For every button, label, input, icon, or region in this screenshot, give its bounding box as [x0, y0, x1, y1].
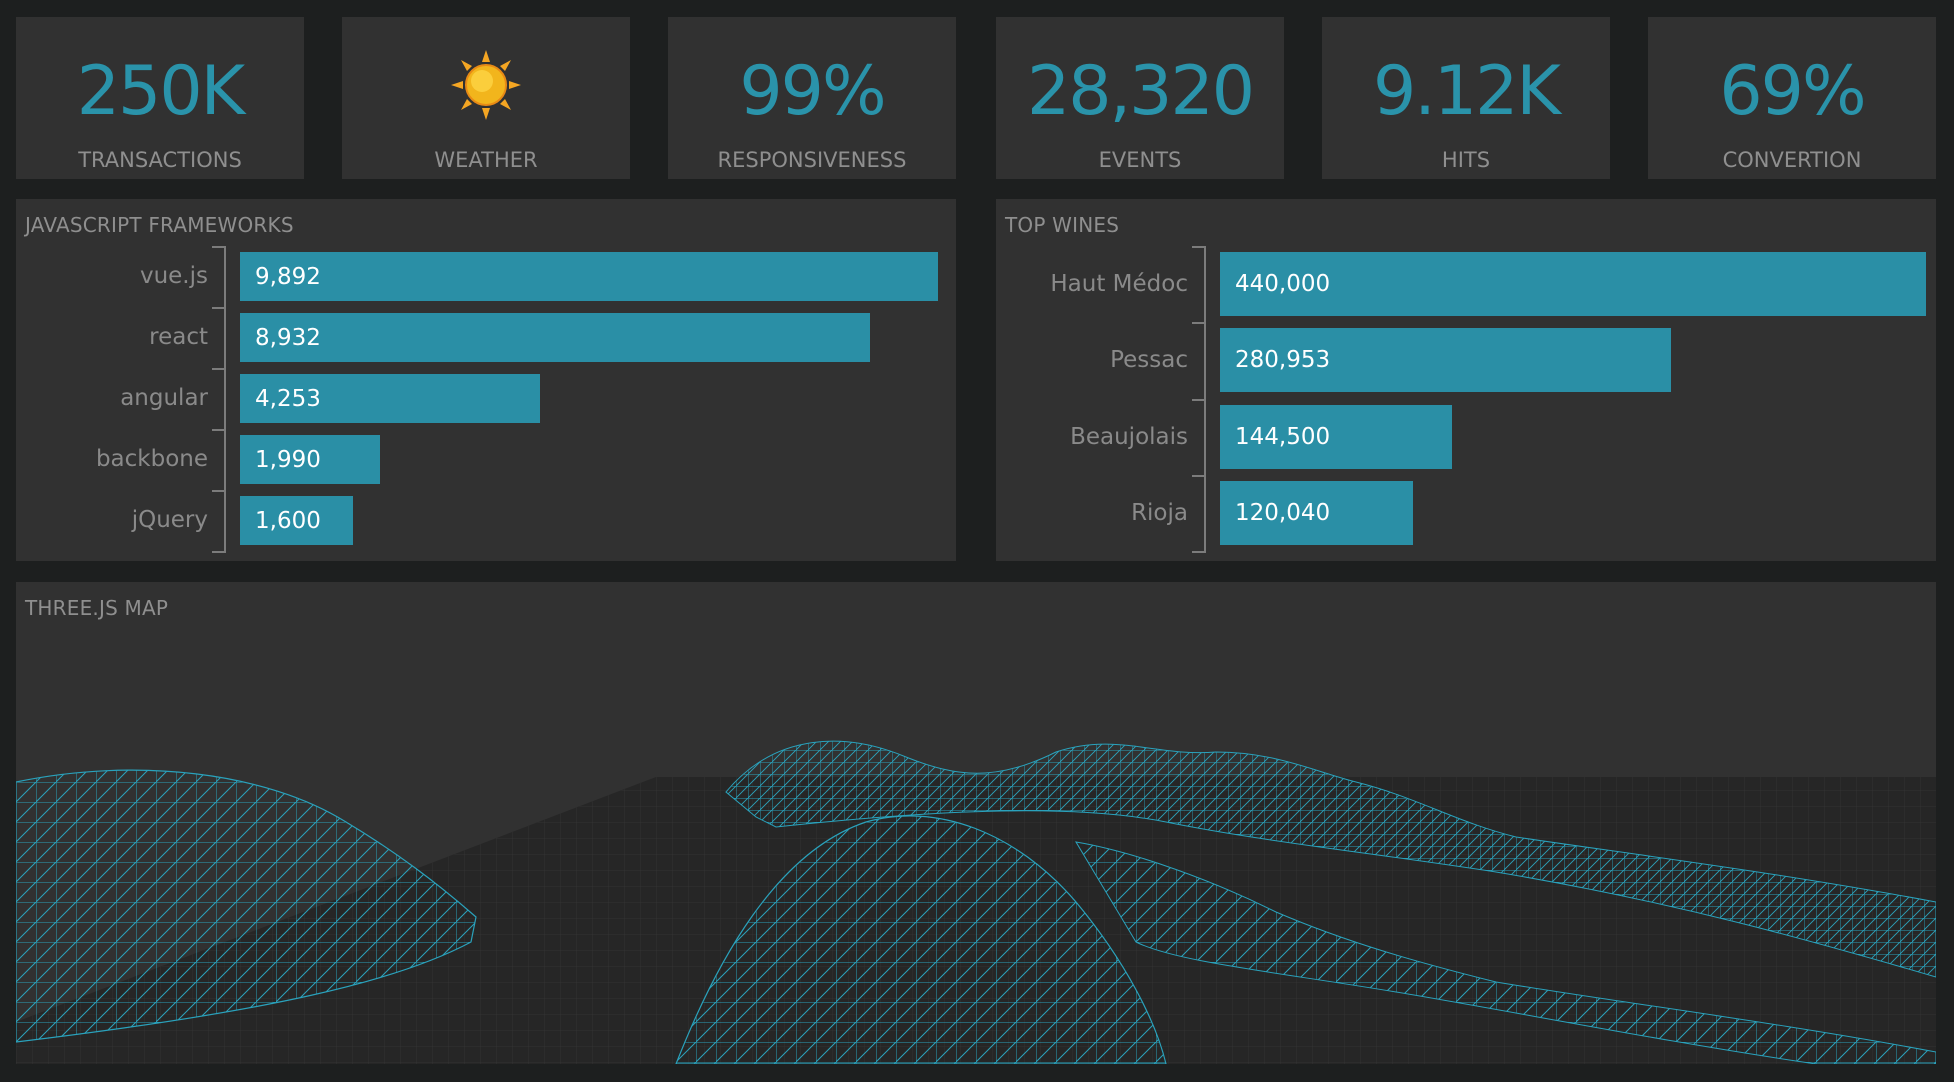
kpi-value: 9.12K	[1373, 52, 1561, 131]
bar-value-label: 8,932	[255, 324, 321, 351]
wines-panel: TOP WINES Haut Médoc 440,000 Pessac 280,953…	[996, 199, 1936, 561]
bar[interactable]: 120,040	[1220, 481, 1413, 545]
kpi-label: RESPONSIVENESS	[717, 148, 907, 172]
axis-tick	[212, 368, 226, 370]
axis-tick	[212, 551, 226, 553]
bar-value-label: 4,253	[255, 385, 321, 412]
axis-tick	[1192, 246, 1206, 248]
axis-tick	[212, 307, 226, 309]
axis-tick	[212, 490, 226, 492]
bar-value-label: 1,600	[255, 507, 321, 534]
category-label: Rioja	[1131, 500, 1188, 526]
bar[interactable]: 1,990	[240, 435, 380, 484]
kpi-hits: 9.12K HITS	[1322, 17, 1610, 179]
kpi-value: 99%	[739, 52, 886, 131]
bar-value-label: 120,040	[1235, 500, 1331, 526]
axis-tick	[1192, 322, 1206, 324]
kpi-value: 250K	[76, 52, 245, 131]
bar-value-label: 9,892	[255, 263, 321, 290]
kpi-events: 28,320 EVENTS	[996, 17, 1284, 179]
bar[interactable]: 8,932	[240, 313, 870, 362]
category-label: angular	[120, 385, 208, 411]
kpi-value: 69%	[1719, 52, 1866, 131]
bar[interactable]: 4,253	[240, 374, 540, 423]
sun-icon	[451, 50, 521, 120]
panel-title: JAVASCRIPT FRAMEWORKS	[25, 213, 294, 237]
bar-value-label: 280,953	[1235, 347, 1331, 373]
panel-title: THREE.JS MAP	[25, 596, 169, 620]
category-label: jQuery	[131, 507, 208, 533]
kpi-label: TRANSACTIONS	[78, 148, 242, 172]
frameworks-panel: JAVASCRIPT FRAMEWORKS vue.js 9,892 react 8,…	[16, 199, 956, 561]
kpi-transactions: 250K TRANSACTIONS	[16, 17, 304, 179]
axis-tick	[1192, 475, 1206, 477]
bar[interactable]: 144,500	[1220, 405, 1452, 469]
bar[interactable]: 280,953	[1220, 328, 1671, 392]
kpi-label: EVENTS	[1098, 148, 1182, 172]
axis-tick	[212, 429, 226, 431]
chart-axis	[224, 246, 226, 551]
bar-value-label: 144,500	[1235, 424, 1331, 450]
kpi-label: HITS	[1441, 148, 1491, 172]
kpi-weather: WEATHER	[342, 17, 630, 179]
category-label: Pessac	[1110, 347, 1188, 373]
kpi-label: WEATHER	[434, 148, 538, 172]
axis-tick	[1192, 551, 1206, 553]
bar[interactable]: 1,600	[240, 496, 353, 545]
kpi-convertion: 69% CONVERTION	[1648, 17, 1936, 179]
bar-value-label: 1,990	[255, 446, 321, 473]
category-label: react	[149, 324, 208, 350]
kpi-label: CONVERTION	[1722, 148, 1862, 172]
category-label: backbone	[95, 446, 208, 472]
kpi-value: 28,320	[1027, 52, 1255, 131]
panel-title: TOP WINES	[1005, 213, 1120, 237]
category-label: Beaujolais	[1070, 424, 1188, 450]
axis-tick	[212, 246, 226, 248]
bar[interactable]: 9,892	[240, 252, 938, 301]
bar-value-label: 440,000	[1235, 271, 1331, 297]
kpi-responsiveness: 99% RESPONSIVENESS	[668, 17, 956, 179]
bar[interactable]: 440,000	[1220, 252, 1926, 316]
axis-tick	[1192, 399, 1206, 401]
category-label: Haut Médoc	[1050, 271, 1188, 297]
category-label: vue.js	[139, 263, 208, 289]
terrain-map[interactable]	[16, 582, 1936, 1064]
map-panel: THREE.JS MAP	[16, 582, 1936, 1064]
